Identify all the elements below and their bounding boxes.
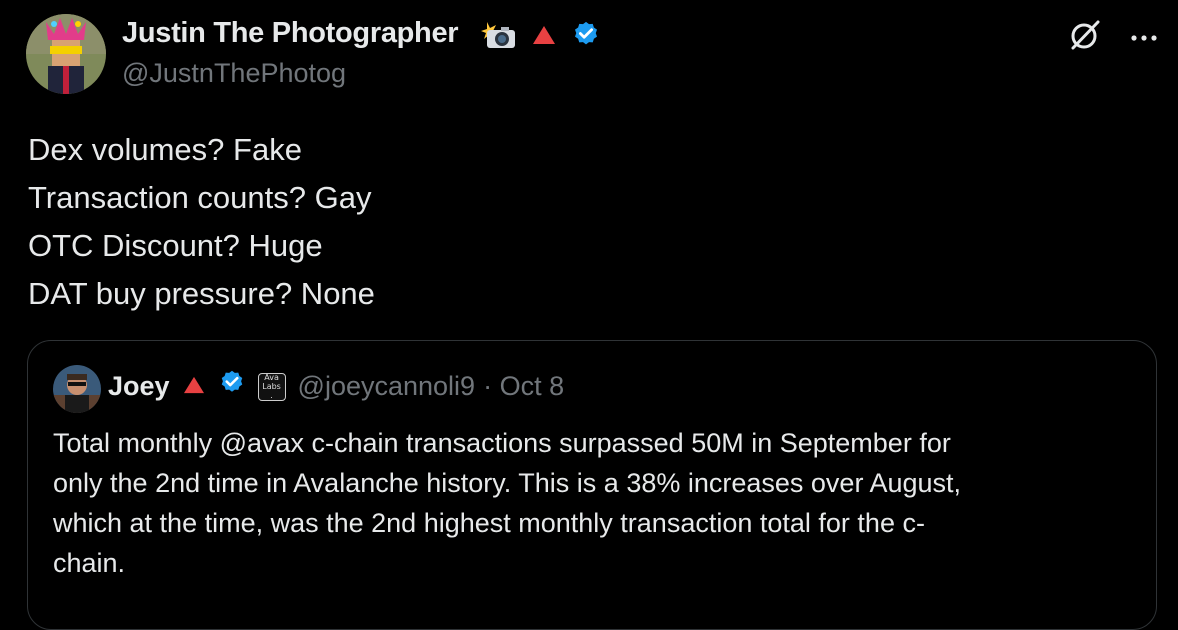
- quoted-post-card[interactable]: Joey Ava Labs. @joeycannoli9 · Oct 8 Tot…: [27, 340, 1157, 630]
- ava-labs-org-badge-icon[interactable]: Ava Labs.: [257, 372, 286, 401]
- post-text: Dex volumes? Fake Transaction counts? Ga…: [28, 126, 375, 318]
- author-avatar[interactable]: [26, 14, 106, 94]
- post-line: Dex volumes? Fake: [28, 132, 302, 167]
- author-name[interactable]: Justin The Photographer: [122, 17, 459, 50]
- grok-icon[interactable]: [1068, 18, 1102, 57]
- org-badge-text: Ava Labs.: [262, 373, 281, 400]
- quoted-author-name[interactable]: Joey: [108, 371, 170, 402]
- quoted-line: which at the time, was the 2nd highest m…: [53, 508, 925, 538]
- red-triangle-icon: [531, 24, 557, 51]
- verified-badge-icon[interactable]: [571, 20, 601, 55]
- verified-badge-icon[interactable]: [218, 369, 246, 404]
- quoted-author-avatar[interactable]: [53, 365, 101, 413]
- author-handle[interactable]: @JustnThePhotog: [122, 58, 346, 89]
- camera-flash-icon: [481, 20, 517, 55]
- red-triangle-icon: [182, 371, 206, 402]
- post-line: Transaction counts? Gay: [28, 180, 372, 215]
- quoted-author-handle[interactable]: @joeycannoli9: [298, 371, 476, 402]
- quoted-line: Total monthly @avax c-chain transactions…: [53, 428, 951, 458]
- more-icon[interactable]: [1130, 29, 1158, 47]
- quoted-post-text: Total monthly @avax c-chain transactions…: [53, 423, 1113, 583]
- quoted-line: only the 2nd time in Avalanche history. …: [53, 468, 962, 498]
- quoted-post-date[interactable]: · Oct 8: [483, 371, 564, 402]
- post-line: OTC Discount? Huge: [28, 228, 323, 263]
- quoted-line: chain.: [53, 548, 126, 578]
- post-line: DAT buy pressure? None: [28, 276, 375, 311]
